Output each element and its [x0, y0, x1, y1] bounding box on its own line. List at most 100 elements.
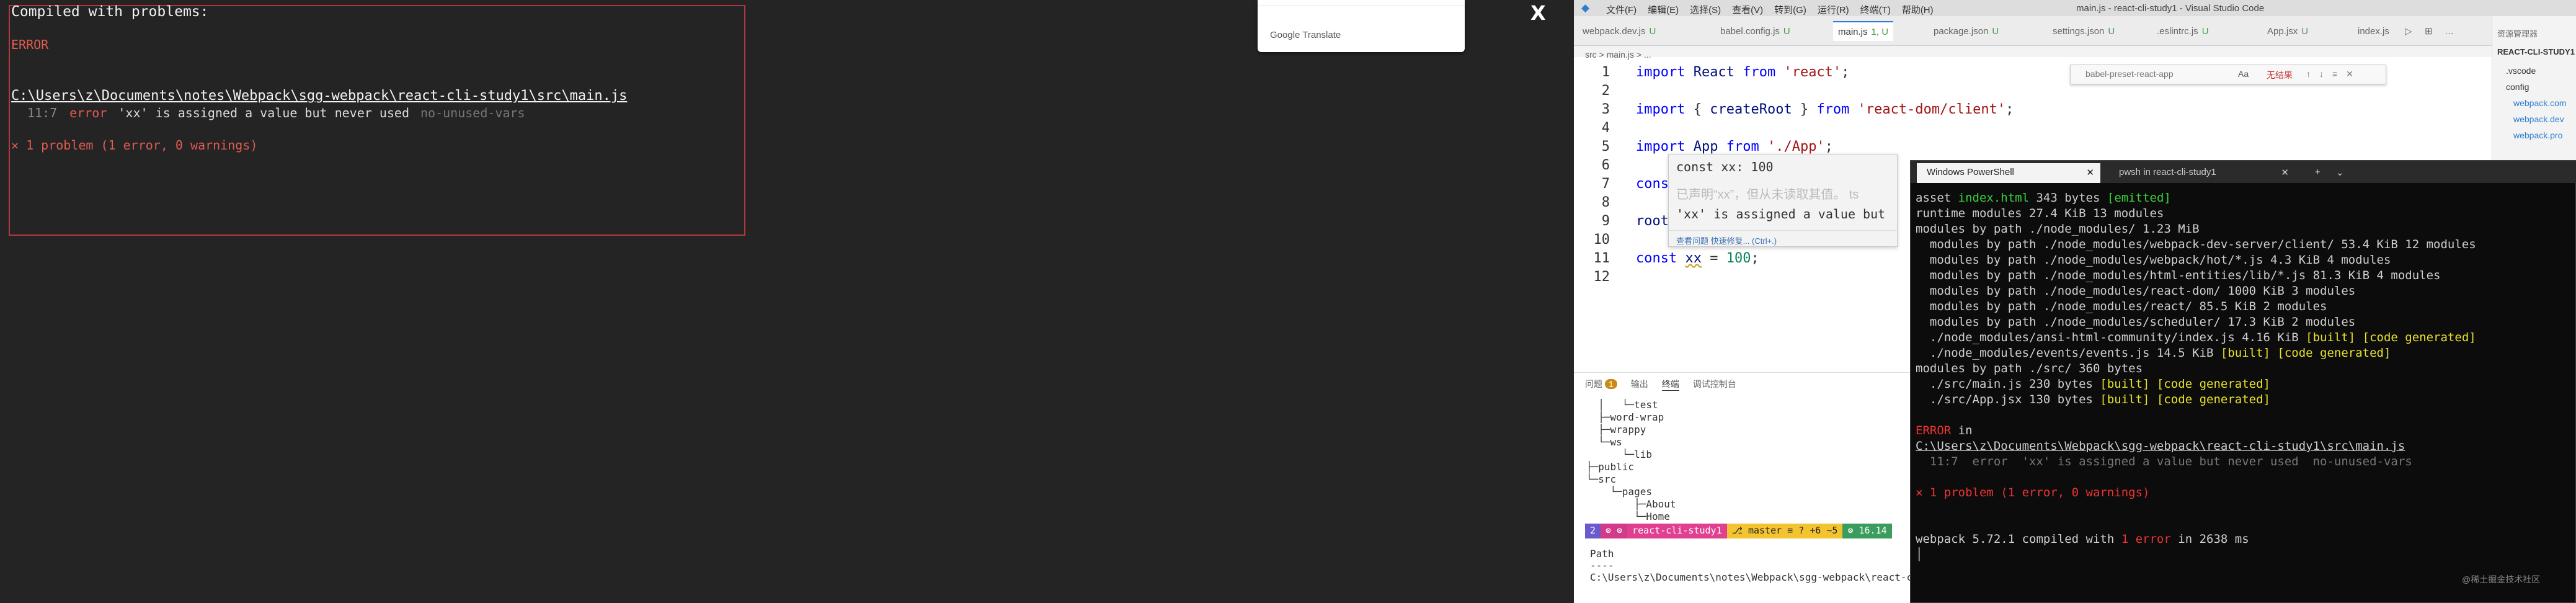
menu-file[interactable]: 文件(F)	[1606, 3, 1637, 16]
window-title: main.js - react-cli-study1 - Visual Stud…	[2076, 3, 2265, 14]
run-icon[interactable]: ▷	[2405, 21, 2412, 41]
menu-run[interactable]: 运行(R)	[1818, 3, 1849, 16]
prompt-seg: 2	[1585, 524, 1601, 538]
explorer-item[interactable]: webpack.dev	[2513, 114, 2564, 124]
menu-help[interactable]: 帮助(H)	[1902, 3, 1934, 16]
breadcrumb[interactable]: src > main.js > ...	[1585, 50, 1651, 60]
explorer-item[interactable]: config	[2506, 82, 2529, 92]
tab-app-jsx[interactable]: App.jsx U	[2267, 21, 2308, 41]
hover-message-en: 'xx' is assigned a value but	[1676, 207, 1886, 221]
find-input[interactable]: babel-preset-react-app	[2085, 69, 2174, 79]
prompt-seg: ⊗ 16.14	[1842, 524, 1892, 538]
tab-label: webpack.dev.js	[1583, 25, 1646, 37]
webpack-error-overlay: Compiled with problems: ERROR C:\Users\z…	[0, 0, 1574, 603]
tab-pwsh[interactable]: pwsh in react-cli-study1 ✕	[2109, 163, 2295, 183]
menu-view[interactable]: 查看(V)	[1732, 3, 1763, 16]
code-line: import { createRoot } from 'react-dom/cl…	[1636, 102, 2014, 117]
term-line: modules by path ./node_modules/webpack-d…	[1916, 238, 2476, 251]
tab-eslintrc[interactable]: .eslintrc.js U	[2157, 21, 2209, 41]
term-line: modules by path ./node_modules/scheduler…	[1916, 315, 2356, 329]
problem-message: 'xx' is assigned a value but never used	[118, 105, 409, 120]
line-number: 6	[1601, 158, 1610, 173]
tree-line: ├─public	[1586, 461, 1635, 473]
tree-line: └─pages	[1586, 486, 1652, 498]
line-number: 9	[1601, 213, 1610, 229]
menu-go[interactable]: 转到(G)	[1774, 3, 1806, 16]
tab-output[interactable]: 输出	[1631, 378, 1648, 391]
tab-main-js[interactable]: main.js 1, U	[1833, 21, 1894, 41]
tab-flag: U	[2108, 25, 2115, 37]
explorer-header: 资源管理器	[2497, 29, 2538, 38]
explorer-item[interactable]: webpack.com	[2513, 98, 2567, 108]
google-translate-popup[interactable]: Google Translate	[1258, 0, 1465, 52]
term-line: modules by path ./node_modules/react-dom…	[1916, 284, 2356, 298]
code-line: const xx = 100;	[1636, 251, 1759, 266]
find-result-count: 无结果	[2267, 70, 2293, 80]
tab-label: App.jsx	[2267, 25, 2298, 37]
overlay-file-path[interactable]: C:\Users\z\Documents\notes\Webpack\sgg-w…	[11, 88, 627, 104]
overlay-error-label: ERROR	[11, 37, 49, 52]
more-actions-icon[interactable]: …	[2445, 21, 2454, 41]
line-number: 12	[1593, 269, 1610, 285]
tab-label: Windows PowerShell	[1927, 167, 2014, 177]
watermark: @稀土掘金技术社区	[2462, 574, 2541, 584]
tab-terminal[interactable]: 终端	[1661, 378, 1679, 391]
code-line: import React from 'react';	[1636, 65, 1850, 80]
chevron-down-icon[interactable]: ⌄	[2326, 163, 2354, 183]
tab-flag: 1, U	[1871, 26, 1889, 37]
line-number: 3	[1601, 102, 1610, 117]
explorer-item[interactable]: webpack.pro	[2513, 130, 2562, 140]
problem-rule: no-unused-vars	[420, 105, 525, 120]
overlay-title: Compiled with problems:	[11, 4, 209, 20]
code-line: import App from './App';	[1636, 139, 1833, 154]
term-error-heading: ERROR in	[1916, 424, 1973, 437]
term-line: modules by path ./node_modules/react/ 85…	[1916, 300, 2327, 313]
tab-flag: U	[2301, 25, 2309, 37]
line-number: 7	[1601, 176, 1610, 192]
match-case-toggle[interactable]: Aa	[2238, 69, 2249, 79]
term-line: ./node_modules/events/events.js 14.5 KiB…	[1916, 346, 2391, 360]
term-line: asset index.html 343 bytes [emitted]	[1916, 191, 2171, 205]
terminal-output[interactable]: asset index.html 343 bytes [emitted] runt…	[1916, 190, 2573, 600]
shell-prompt: 2 ⊗ ⊗ react-cli-study1 ⎇ master ≡ ? +6 ~…	[1585, 524, 1892, 538]
menu-selection[interactable]: 选择(S)	[1690, 3, 1721, 16]
term-error-path[interactable]: C:\Users\z\Documents\Webpack\sgg-webpack…	[1916, 439, 2573, 454]
term-compiled-line: webpack 5.72.1 compiled with 1 error in …	[1916, 532, 2249, 546]
tab-index-js[interactable]: index.js	[2358, 21, 2389, 41]
tab-debug-console[interactable]: 调试控制台	[1693, 378, 1736, 391]
tab-webpack-dev[interactable]: webpack.dev.js U	[1583, 21, 1656, 41]
tab-settings-json[interactable]: settings.json U	[2053, 21, 2115, 41]
menu-edit[interactable]: 编辑(E)	[1648, 3, 1679, 16]
tab-label: settings.json	[2053, 25, 2105, 37]
tab-flag: U	[2201, 25, 2209, 37]
term-error-summary: ✕ 1 problem (1 error, 0 warnings)	[1916, 486, 2150, 499]
tab-label: index.js	[2358, 25, 2389, 37]
close-icon[interactable]: ✕	[2086, 167, 2094, 178]
tab-windows-powershell[interactable]: Windows PowerShell ✕	[1917, 163, 2100, 183]
term-line: modules by path ./node_modules/ 1.23 MiB	[1916, 222, 2200, 236]
find-widget[interactable]: babel-preset-react-app Aa 无结果 ↑↓≡✕	[2070, 65, 2386, 84]
prompt-seg: react-cli-study1	[1627, 524, 1727, 538]
hover-message-zh: 已声明“xx”，但从未读取其值。 ts	[1676, 188, 1859, 202]
menu-terminal[interactable]: 终端(T)	[1860, 3, 1891, 16]
hover-actions[interactable]: 查看问题 快速修复... (Ctrl+.)	[1669, 230, 1898, 248]
term-line: ./src/main.js 230 bytes [built] [code ge…	[1916, 377, 2270, 391]
tab-problems[interactable]: 问题 1	[1585, 378, 1617, 391]
tree-line: └─lib	[1586, 449, 1652, 460]
split-editor-icon[interactable]: ⊞	[2425, 21, 2433, 41]
close-icon[interactable]: ✕	[2281, 167, 2289, 178]
tree-line: │ └─test	[1586, 399, 1658, 411]
line-number: 11	[1593, 251, 1610, 266]
terminal-tab-strip: Windows PowerShell ✕ pwsh in react-cli-st…	[1911, 161, 2576, 183]
term-line: ./src/App.jsx 130 bytes [built] [code ge…	[1916, 393, 2270, 406]
explorer-item[interactable]: .vscode	[2506, 66, 2536, 76]
tab-package-json[interactable]: package.json U	[1934, 21, 1999, 41]
line-number: 2	[1601, 83, 1610, 99]
tab-label: package.json	[1934, 25, 1989, 37]
overlay-close-button[interactable]: X	[1530, 1, 1546, 25]
term-line: ./node_modules/ansi-html-community/index…	[1916, 331, 2476, 344]
explorer-root[interactable]: REACT-CLI-STUDY1	[2497, 47, 2575, 56]
title-bar: ◆ 文件(F) 编辑(E) 选择(S) 查看(V) 转到(G) 运行(R) 终端…	[1574, 0, 2576, 16]
tab-babel-config[interactable]: babel.config.js U	[1720, 21, 1790, 41]
find-nav-icons[interactable]: ↑↓≡✕	[2306, 69, 2362, 79]
